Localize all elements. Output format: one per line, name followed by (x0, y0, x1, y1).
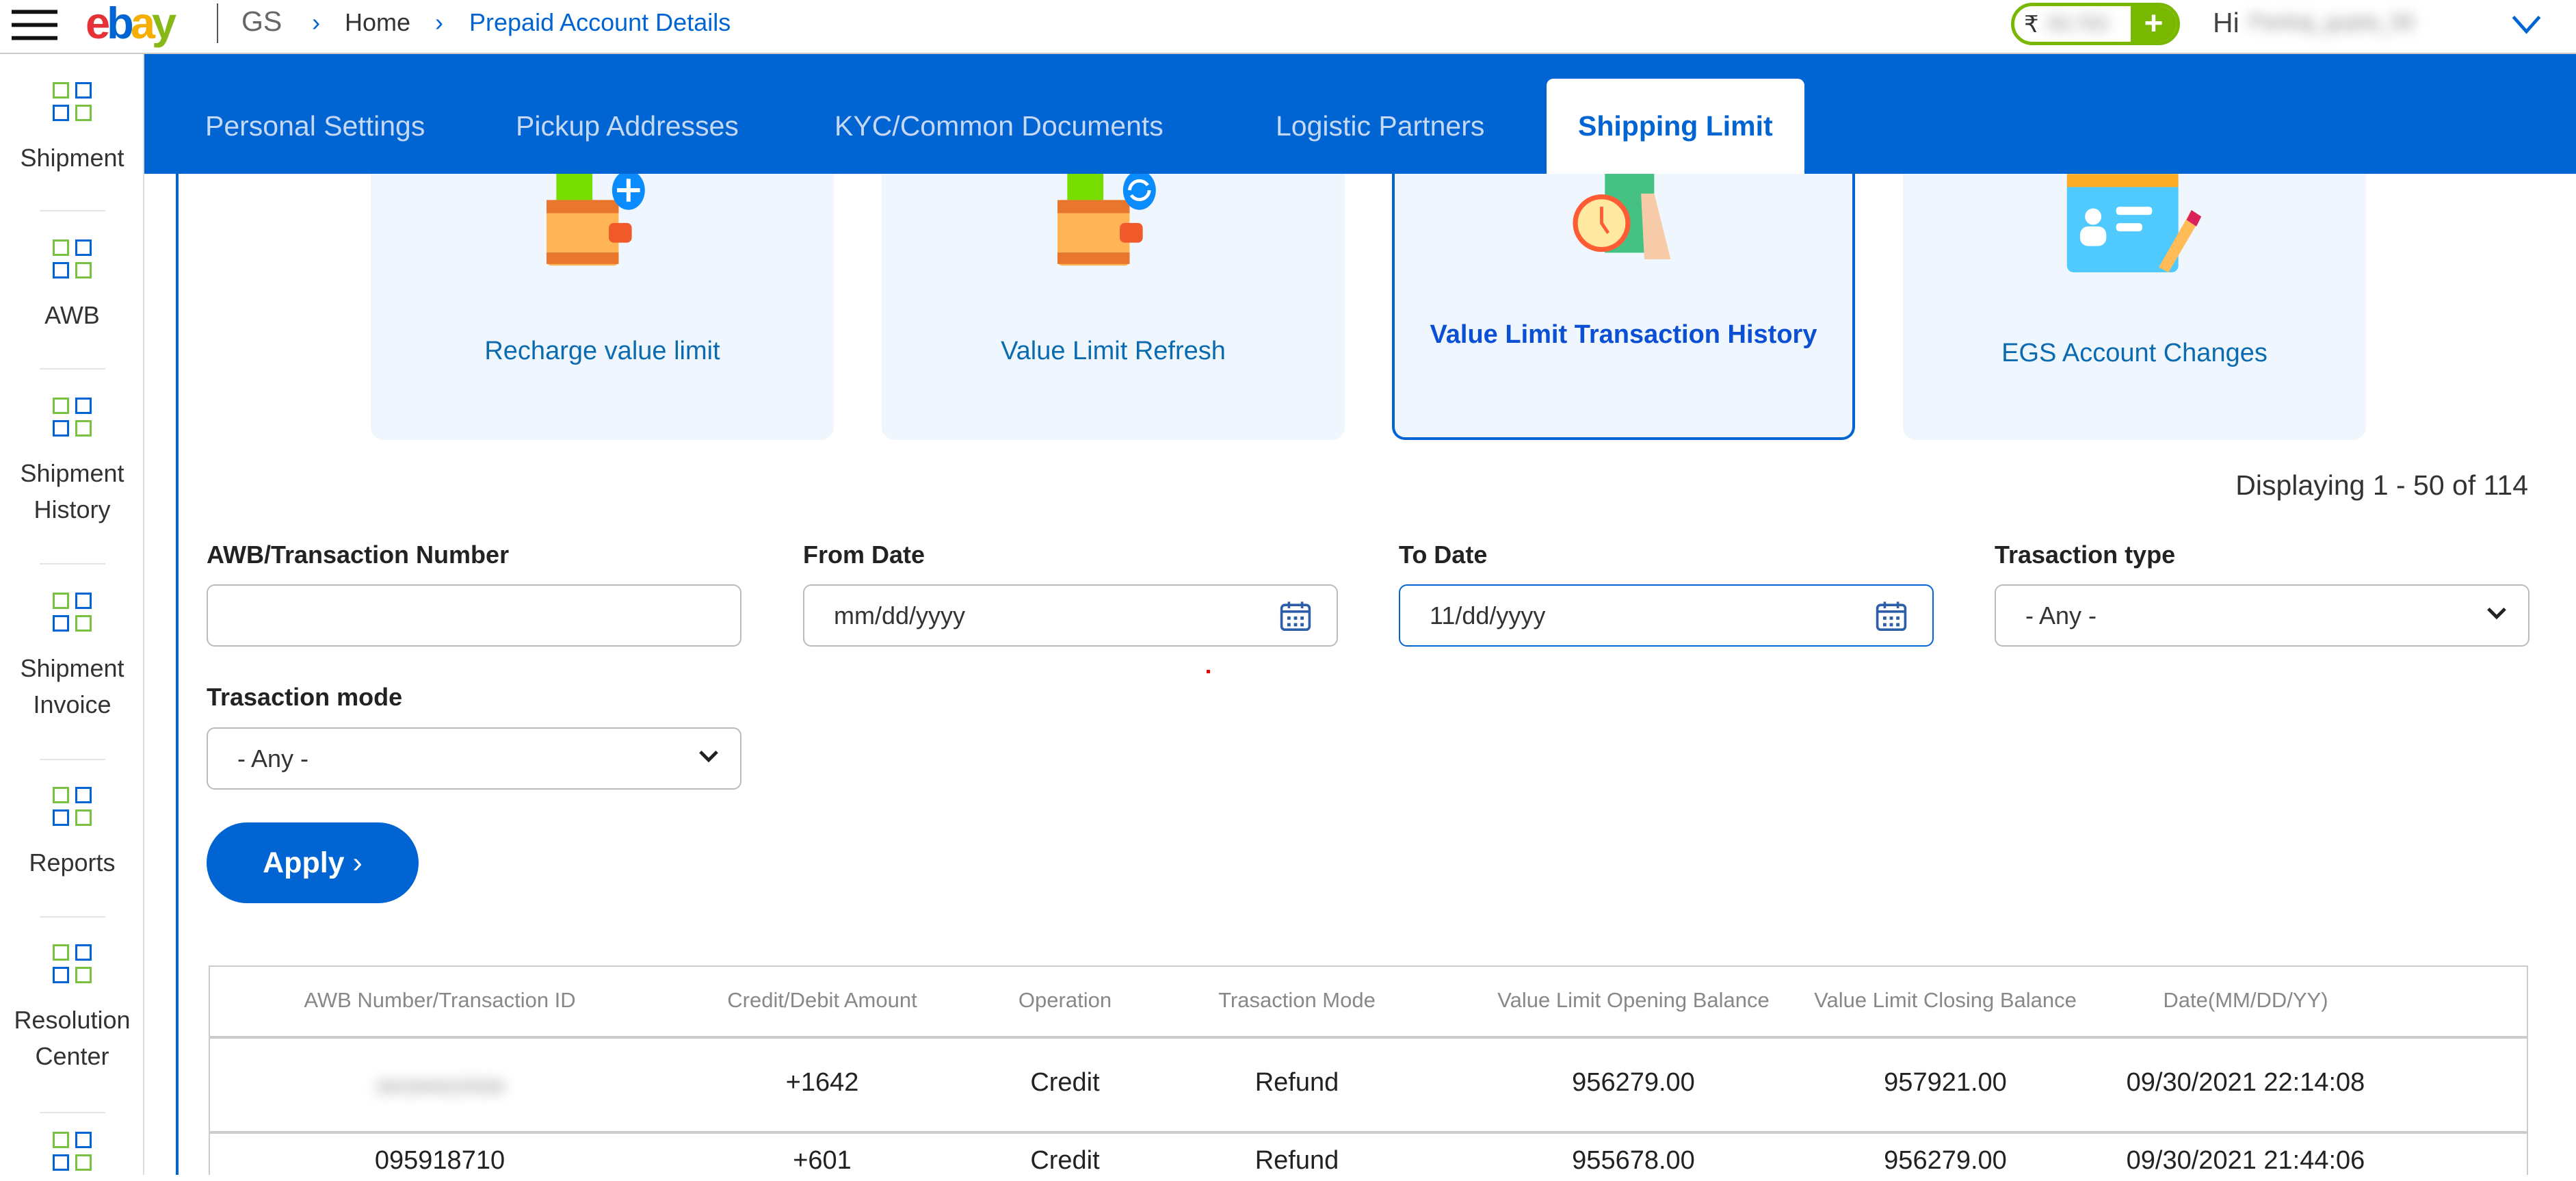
awb-label: AWB/Transaction Number (207, 541, 510, 569)
sidebar-item-shipment-history[interactable]: Shipment History (0, 398, 144, 528)
sidebar-item-label: Shipment (20, 144, 124, 172)
transaction-mode-label: Trasaction mode (207, 683, 403, 711)
grid-icon (52, 398, 92, 437)
from-date-value: mm/dd/yyyy (834, 601, 966, 630)
top-bar: ebay GS › Home › Prepaid Account Details… (0, 0, 2576, 54)
rupee-icon: ₹ (2024, 12, 2039, 38)
to-date-label: To Date (1399, 541, 1488, 569)
wallet-add-icon (547, 174, 645, 266)
hamburger-menu-icon[interactable] (12, 8, 57, 41)
breadcrumb-home[interactable]: Home (345, 8, 410, 37)
column-header[interactable]: Trasaction Mode (1100, 988, 1494, 1013)
sidebar-item-label: Resolution Center (14, 1006, 131, 1070)
transaction-type-label: Trasaction type (1995, 541, 2176, 569)
tab-personal-settings[interactable]: Personal Settings (174, 79, 456, 174)
grid-icon (52, 944, 92, 984)
sidebar-divider (40, 1112, 105, 1113)
sidebar-item-resolution-center[interactable]: Resolution Center (0, 944, 144, 1074)
table-row[interactable]: 2842849220558 +1642 Credit Refund 956279.00 9… (210, 1068, 2527, 1097)
sidebar-divider (40, 563, 105, 564)
sidebar-divider (40, 916, 105, 918)
transaction-mode-value: - Any - (237, 744, 309, 773)
grid-icon (52, 787, 92, 827)
card-value-limit-refresh[interactable]: Value Limit Refresh (882, 174, 1345, 440)
card-label: Recharge value limit (484, 337, 720, 365)
transactions-table: AWB Number/Transaction ID Credit/Debit Am… (209, 965, 2528, 1175)
apply-label: Apply (263, 846, 345, 879)
table-cell: 2842849220558 (376, 1076, 504, 1097)
grid-icon (52, 82, 92, 122)
user-name[interactable]: Pankaj_gupta_56 (2249, 10, 2479, 34)
sidebar-item-awb[interactable]: AWB (0, 239, 144, 333)
add-funds-button[interactable]: + (2131, 6, 2177, 42)
sidebar-divider (40, 368, 105, 369)
to-date-value: 11/dd/yyyy (1430, 601, 1546, 630)
wallet-balance-value: 00,763 (2047, 13, 2108, 35)
pagination-summary: Displaying 1 - 50 of 114 (2235, 469, 2528, 501)
sidebar-item-shipment-invoice[interactable]: Shipment Invoice (0, 593, 144, 723)
tab-pickup-addresses[interactable]: Pickup Addresses (484, 79, 770, 174)
profile-edit-icon (2066, 174, 2202, 272)
wallet-refresh-icon (1057, 174, 1156, 266)
table-cell: Refund (1254, 1146, 1339, 1175)
logo-divider (217, 3, 218, 43)
row-divider (210, 1036, 2527, 1039)
greeting: Hi (2213, 7, 2239, 38)
table-cell: 09/30/2021 21:44:06 (2126, 1146, 2365, 1175)
chevron-down-icon (699, 750, 718, 763)
tab-kyc-documents[interactable]: KYC/Common Documents (803, 79, 1195, 174)
chevron-right-icon: › (352, 846, 363, 879)
grid-icon (52, 1132, 92, 1171)
sidebar-item-label: Reports (29, 848, 116, 877)
chevron-down-icon (2487, 607, 2506, 620)
sidebar-item-reports[interactable]: Reports (0, 787, 144, 881)
sidebar-item-label: Shipment History (20, 459, 124, 523)
brand-label: GS (241, 5, 282, 37)
column-header[interactable]: Date(MM/DD/YY) (2049, 988, 2443, 1013)
awb-transaction-input[interactable] (207, 584, 741, 647)
breadcrumb-separator: › (435, 8, 443, 36)
sidebar-divider (40, 759, 105, 760)
from-date-input[interactable]: mm/dd/yyyy (803, 584, 1338, 647)
sidebar-divider (40, 210, 105, 211)
table-cell: 095918710 (374, 1146, 505, 1175)
card-egs-account-changes[interactable]: EGS Account Changes (1903, 174, 2366, 440)
table-cell: Refund (1254, 1068, 1339, 1097)
transaction-type-select[interactable]: - Any - (1995, 584, 2529, 647)
card-label: EGS Account Changes (2001, 339, 2268, 367)
sidebar-item-label: Shipment Invoice (20, 654, 124, 718)
wallet-balance[interactable]: ₹ 00,763 + (2011, 3, 2180, 45)
card-value-limit-transaction-history[interactable]: Value Limit Transaction History (1392, 174, 1855, 440)
red-dot (1207, 670, 1210, 673)
ebay-logo[interactable]: ebay (86, 0, 176, 49)
chevron-down-icon[interactable] (2512, 15, 2541, 35)
transaction-mode-select[interactable]: - Any - (207, 727, 741, 790)
column-header[interactable]: AWB Number/Transaction ID (243, 988, 637, 1013)
sidebar-item-label: AWB (44, 301, 100, 329)
row-divider (210, 1131, 2527, 1134)
breadcrumb-separator: › (312, 8, 320, 36)
tab-shipping-limit[interactable]: Shipping Limit (1547, 79, 1804, 174)
calendar-icon[interactable] (1875, 600, 1908, 633)
grid-icon (52, 239, 92, 279)
card-recharge-value-limit[interactable]: Recharge value limit (371, 174, 834, 440)
breadcrumb-current: Prepaid Account Details (469, 8, 731, 36)
grid-icon (52, 593, 92, 632)
card-label: Value Limit Transaction History (1430, 320, 1817, 349)
table-row[interactable]: 095918710 +601 Credit Refund 955678.00 956279… (210, 1147, 2527, 1173)
sidebar-item-more[interactable] (0, 1132, 144, 1181)
card-label: Value Limit Refresh (1001, 337, 1226, 365)
sidebar-item-shipment[interactable]: Shipment (0, 82, 144, 176)
apply-button[interactable]: Apply › (207, 822, 419, 903)
transaction-type-value: - Any - (2025, 601, 2097, 630)
tab-logistic-partners[interactable]: Logistic Partners (1244, 79, 1516, 174)
money-history-icon (1573, 174, 1671, 259)
from-date-label: From Date (803, 541, 925, 569)
calendar-icon[interactable] (1279, 600, 1312, 633)
table-cell: 09/30/2021 22:14:08 (2126, 1068, 2365, 1097)
to-date-input[interactable]: 11/dd/yyyy (1399, 584, 1934, 647)
